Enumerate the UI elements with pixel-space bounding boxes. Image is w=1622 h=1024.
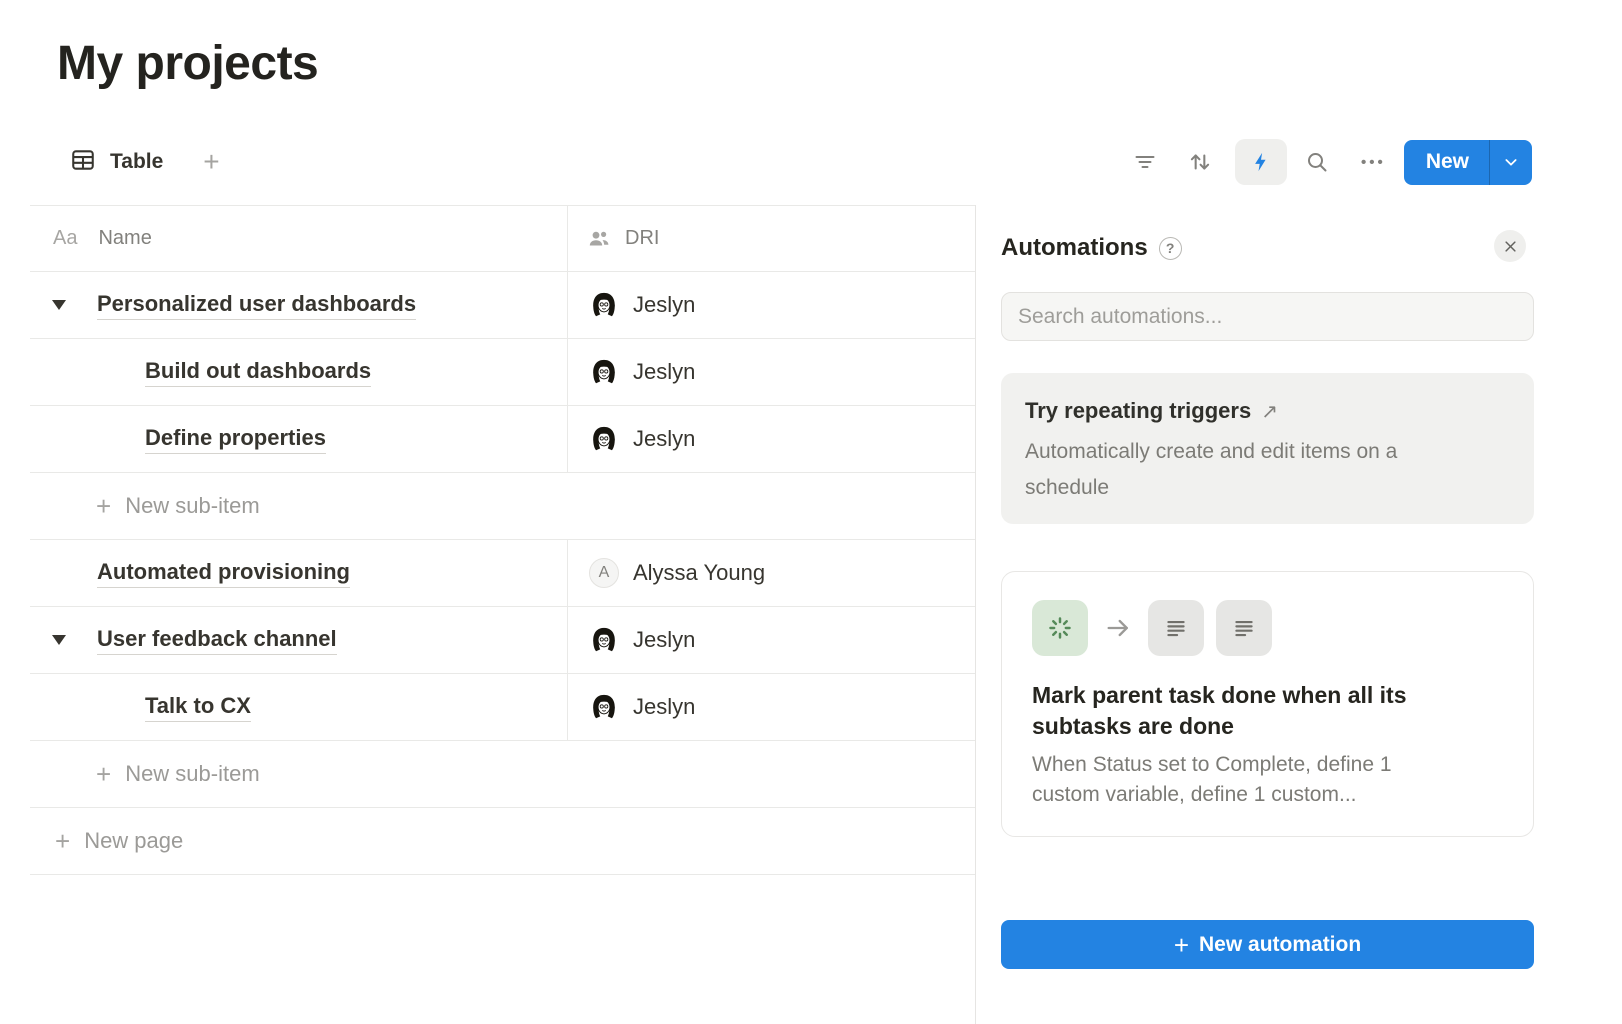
avatar (589, 290, 619, 320)
avatar: A (589, 558, 619, 588)
collapse-toggle-icon[interactable] (52, 635, 66, 645)
view-tab-table[interactable]: Table + (70, 139, 220, 185)
automation-title: Mark parent task done when all its subta… (1032, 680, 1482, 742)
filter-icon[interactable] (1133, 150, 1157, 174)
new-page-row[interactable]: + New page (30, 808, 975, 875)
plus-icon: + (1174, 932, 1189, 958)
table-row: Build out dashboards (30, 339, 975, 406)
table-row: User feedback channel (30, 607, 975, 674)
dri-cell[interactable]: Jeslyn (567, 406, 975, 472)
page-link[interactable]: Define properties (145, 425, 326, 454)
page-header: My projects Table + (0, 0, 1622, 205)
table-area: Aa Name DRI Personalize (0, 205, 975, 1024)
automations-search (1001, 292, 1534, 341)
text-property-icon: Aa (53, 227, 77, 250)
page-link[interactable]: Build out dashboards (145, 358, 371, 387)
page-link[interactable]: User feedback channel (97, 626, 337, 655)
panel-title: Automations (1001, 234, 1148, 262)
avatar (589, 692, 619, 722)
table-row: Automated provisioning A Alyssa Young (30, 540, 975, 607)
collapse-toggle-icon[interactable] (52, 300, 66, 310)
toolbar-actions: ••• New (1133, 139, 1532, 185)
page-link[interactable]: Talk to CX (145, 693, 251, 722)
more-options-icon[interactable]: ••• (1361, 154, 1386, 171)
close-panel-button[interactable] (1494, 230, 1526, 262)
plus-icon: + (55, 828, 70, 854)
edit-property-icon (1148, 600, 1204, 656)
dri-cell[interactable]: Jeslyn (567, 339, 975, 405)
new-automation-button[interactable]: + New automation (1001, 920, 1534, 969)
avatar (589, 357, 619, 387)
new-sub-item-row[interactable]: + New sub-item (30, 741, 975, 808)
table-row: Personalized user dashboards (30, 272, 975, 339)
promo-description: Automatically create and edit items on a… (1025, 434, 1475, 506)
projects-table: Aa Name DRI Personalize (30, 205, 975, 875)
plus-icon: + (96, 493, 111, 519)
repeating-triggers-card[interactable]: Try repeating triggers ↗ Automatically c… (1001, 373, 1534, 524)
promo-title: Try repeating triggers (1025, 398, 1251, 424)
plus-icon: + (96, 761, 111, 787)
dri-cell[interactable]: Jeslyn (567, 607, 975, 673)
table-row: Define properties (30, 406, 975, 473)
avatar (589, 424, 619, 454)
automations-lightning-button[interactable] (1235, 139, 1287, 185)
sort-icon[interactable] (1187, 149, 1213, 175)
people-icon (587, 227, 611, 251)
chevron-down-icon[interactable] (1490, 140, 1532, 185)
new-button-label[interactable]: New (1404, 140, 1489, 185)
arrow-up-right-icon: ↗ (1261, 399, 1278, 424)
new-sub-item-row[interactable]: + New sub-item (30, 473, 975, 540)
column-header-dri[interactable]: DRI (567, 206, 975, 271)
table-row: Talk to CX (30, 674, 975, 741)
column-header-name[interactable]: Aa Name (30, 206, 567, 271)
search-automations-input[interactable] (1018, 305, 1517, 329)
page-link[interactable]: Personalized user dashboards (97, 291, 416, 320)
dri-cell[interactable]: Jeslyn (567, 674, 975, 740)
automations-panel: Automations ? Try repeating triggers ↗ A… (975, 205, 1622, 1024)
dri-cell[interactable]: A Alyssa Young (567, 540, 975, 606)
avatar (589, 625, 619, 655)
trigger-status-icon (1032, 600, 1088, 656)
page-title: My projects (57, 36, 318, 91)
table-header-row: Aa Name DRI (30, 206, 975, 272)
page-link[interactable]: Automated provisioning (97, 559, 350, 588)
view-tab-label: Table (110, 150, 163, 174)
arrow-right-icon (1104, 614, 1132, 642)
edit-property-icon (1216, 600, 1272, 656)
search-icon[interactable] (1305, 150, 1329, 174)
add-view-button[interactable]: + (203, 148, 219, 176)
automation-card[interactable]: Mark parent task done when all its subta… (1001, 571, 1534, 837)
new-button[interactable]: New (1404, 140, 1532, 185)
automation-description: When Status set to Complete, define 1 cu… (1032, 750, 1462, 810)
table-view-icon (70, 147, 96, 178)
help-icon[interactable]: ? (1159, 237, 1182, 260)
dri-cell[interactable]: Jeslyn (567, 272, 975, 338)
